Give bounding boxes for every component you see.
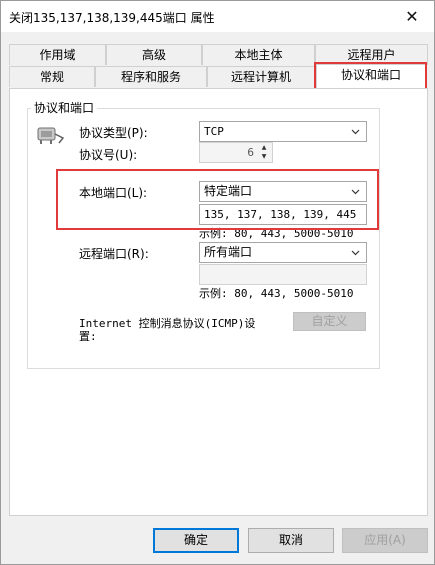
remote-port-label: 远程端口(R): xyxy=(79,247,149,261)
spin-up-icon[interactable]: ▲ xyxy=(257,143,271,152)
tab-protocols-ports[interactable]: 协议和端口 xyxy=(316,64,426,88)
remote-port-select[interactable]: 所有端口 xyxy=(199,242,367,263)
chevron-down-icon xyxy=(351,250,360,256)
chevron-down-icon xyxy=(351,129,360,135)
tab-local-principals[interactable]: 本地主体 xyxy=(202,44,315,65)
remote-port-input[interactable] xyxy=(199,264,367,285)
local-port-input[interactable]: 135, 137, 138, 139, 445 xyxy=(199,204,367,225)
cancel-button[interactable]: 取消 xyxy=(248,528,334,553)
tab-scope[interactable]: 作用域 xyxy=(9,44,106,65)
window-title: 关闭135,137,138,139,445端口 属性 xyxy=(9,11,215,25)
protocol-type-label: 协议类型(P): xyxy=(79,126,148,140)
tab-general[interactable]: 常规 xyxy=(9,66,95,87)
tab-remote-users[interactable]: 远程用户 xyxy=(315,44,428,65)
tab-programs-services[interactable]: 程序和服务 xyxy=(95,66,207,87)
protocol-type-select[interactable]: TCP xyxy=(199,121,367,142)
close-button[interactable]: ✕ xyxy=(390,1,434,32)
icmp-settings-label-line1: Internet 控制消息协议(ICMP)设 xyxy=(79,317,256,330)
local-port-select[interactable]: 特定端口 xyxy=(199,181,367,202)
protocol-number-label: 协议号(U): xyxy=(79,148,138,162)
group-title: 协议和端口 xyxy=(31,99,98,116)
tab-advanced[interactable]: 高级 xyxy=(106,44,202,65)
ok-button[interactable]: 确定 xyxy=(153,528,239,553)
local-port-label: 本地端口(L): xyxy=(79,186,148,200)
local-port-example: 示例: 80, 443, 5000-5010 xyxy=(199,227,354,240)
remote-port-example: 示例: 80, 443, 5000-5010 xyxy=(199,287,354,300)
chevron-down-icon xyxy=(351,189,360,195)
close-icon: ✕ xyxy=(405,7,419,26)
customize-button[interactable]: 自定义 xyxy=(293,312,366,331)
apply-button[interactable]: 应用(A) xyxy=(342,528,428,553)
network-plug-icon xyxy=(37,127,65,144)
title-bar: 关闭135,137,138,139,445端口 属性 ✕ xyxy=(1,1,434,32)
spin-down-icon[interactable]: ▼ xyxy=(257,152,271,161)
properties-dialog: 关闭135,137,138,139,445端口 属性 ✕ 作用域 高级 本地主体… xyxy=(0,0,435,565)
icmp-settings-label-line2: 置: xyxy=(79,330,97,343)
tab-remote-computers[interactable]: 远程计算机 xyxy=(207,66,315,87)
protocol-number-stepper[interactable]: 6 ▲ ▼ xyxy=(199,142,273,163)
